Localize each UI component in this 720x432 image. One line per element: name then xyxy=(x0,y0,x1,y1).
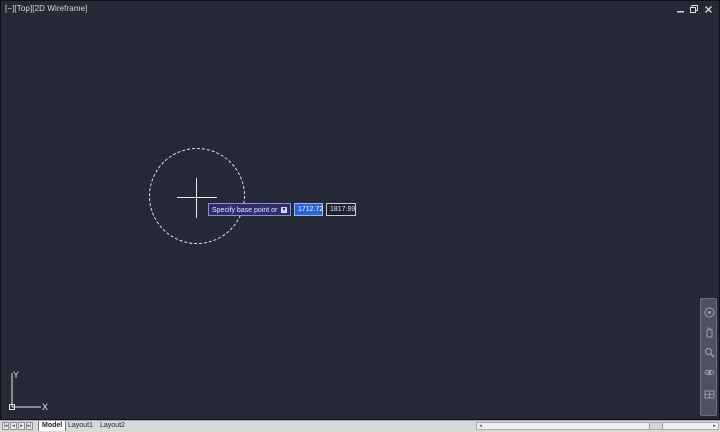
x-coordinate-input[interactable]: 1712.72 xyxy=(294,203,323,216)
first-tab-icon[interactable]: |◂ xyxy=(2,422,9,430)
previous-tab-icon[interactable]: ◂ xyxy=(10,422,17,430)
visual-style-menu[interactable]: [2D Wireframe] xyxy=(32,4,87,13)
restore-icon[interactable] xyxy=(689,4,699,14)
tab-layout2[interactable]: Layout2 xyxy=(97,421,128,431)
crosshair-cursor-icon xyxy=(177,178,217,223)
orbit-icon[interactable] xyxy=(704,367,715,378)
navigation-bar xyxy=(700,298,717,416)
prompt-options-icon[interactable]: ▾ xyxy=(281,207,287,213)
scrollbar-thumb[interactable] xyxy=(649,423,663,429)
minimize-icon[interactable] xyxy=(675,4,685,14)
viewport-window-controls xyxy=(675,4,713,14)
next-tab-icon[interactable]: ▸ xyxy=(18,422,25,430)
view-menu[interactable]: [Top] xyxy=(14,4,32,13)
viewport-controls-menu[interactable]: [−] xyxy=(5,4,14,13)
horizontal-scrollbar[interactable]: ◂ ▸ xyxy=(476,422,719,430)
prompt-text: Specify base point or xyxy=(212,207,278,214)
scroll-left-icon[interactable]: ◂ xyxy=(477,423,484,429)
close-icon[interactable] xyxy=(703,4,713,14)
last-tab-icon[interactable]: ▸| xyxy=(26,422,33,430)
tab-model[interactable]: Model xyxy=(38,421,67,431)
model-viewport[interactable]: [−][Top][2D Wireframe] Specify base poin… xyxy=(1,1,719,419)
pan-icon[interactable] xyxy=(704,327,715,338)
viewport-controls-label: [−][Top][2D Wireframe] xyxy=(5,4,87,13)
ucs-y-label: Y xyxy=(13,370,19,380)
tab-layout1[interactable]: Layout1 xyxy=(65,421,96,431)
showmotion-icon[interactable] xyxy=(704,389,715,400)
scroll-right-icon[interactable]: ▸ xyxy=(711,423,718,429)
dynamic-input-prompt: Specify base point or ▾ xyxy=(208,203,291,216)
ucs-icon: Y X xyxy=(7,369,57,418)
ucs-x-label: X xyxy=(42,402,48,412)
layout-tab-bar: |◂ ◂ ▸ ▸| Model Layout1 Layout2 ◂ ▸ xyxy=(0,420,720,432)
steering-wheel-icon[interactable] xyxy=(704,307,715,318)
zoom-icon[interactable] xyxy=(704,347,715,358)
y-coordinate-input[interactable]: 1817.99 xyxy=(326,203,356,216)
